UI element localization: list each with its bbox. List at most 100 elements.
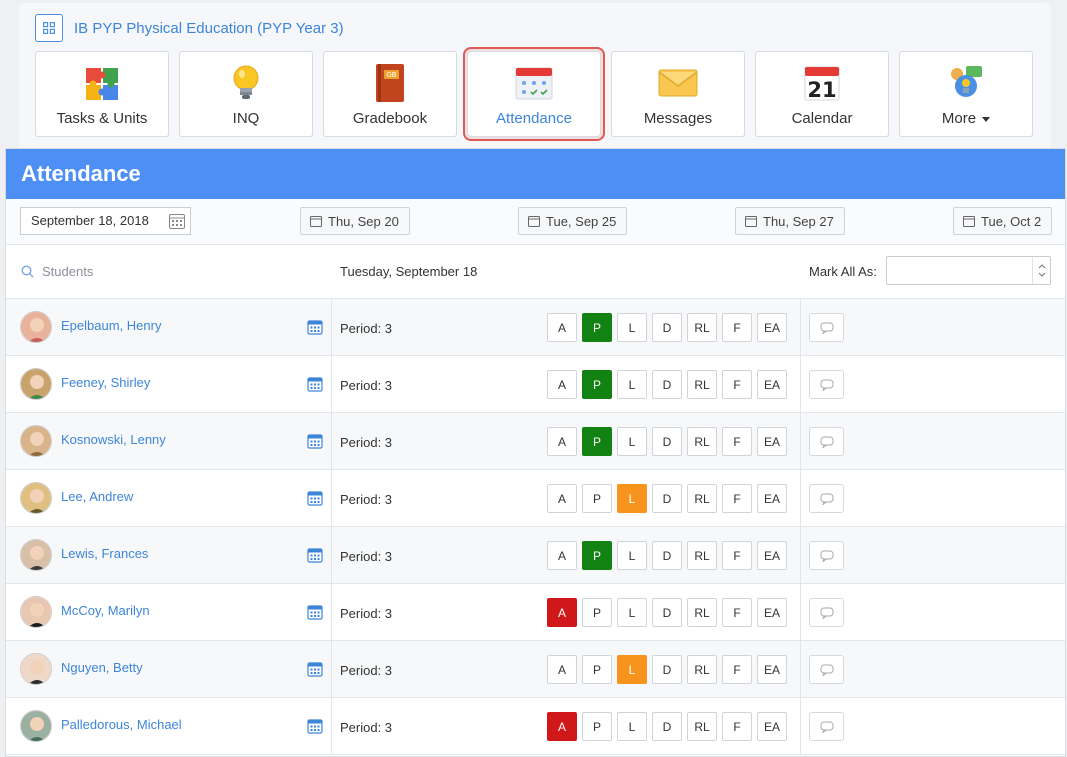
attendance-code-f-button[interactable]: F (722, 427, 752, 456)
attendance-code-a-button[interactable]: A (547, 598, 577, 627)
course-title-bar: IB PYP Physical Education (PYP Year 3) (35, 14, 344, 42)
attendance-code-rl-button[interactable]: RL (687, 655, 717, 684)
attendance-code-a-button[interactable]: A (547, 370, 577, 399)
attendance-code-p-button[interactable]: P (582, 313, 612, 342)
comment-button[interactable] (809, 313, 844, 342)
attendance-code-l-button[interactable]: L (617, 541, 647, 570)
student-name-link[interactable]: Epelbaum, Henry (61, 318, 161, 333)
attendance-code-ea-button[interactable]: EA (757, 541, 787, 570)
mark-all-select[interactable] (886, 256, 1051, 285)
attendance-code-l-button[interactable]: L (617, 655, 647, 684)
student-search[interactable]: Students (21, 264, 93, 279)
comment-button[interactable] (809, 541, 844, 570)
attendance-code-a-button[interactable]: A (547, 712, 577, 741)
apps-grid-icon[interactable] (35, 14, 63, 42)
student-name-link[interactable]: Lewis, Frances (61, 546, 148, 561)
attendance-code-l-button[interactable]: L (617, 370, 647, 399)
attendance-code-f-button[interactable]: F (722, 598, 752, 627)
attendance-code-f-button[interactable]: F (722, 655, 752, 684)
attendance-code-rl-button[interactable]: RL (687, 370, 717, 399)
attendance-code-a-button[interactable]: A (547, 427, 577, 456)
attendance-code-d-button[interactable]: D (652, 427, 682, 456)
calendar-icon[interactable] (307, 376, 323, 395)
nav-tile-gradebook[interactable]: GB Gradebook (323, 51, 457, 137)
attendance-code-ea-button[interactable]: EA (757, 370, 787, 399)
date-button-oct-2[interactable]: Tue, Oct 2 (953, 207, 1053, 235)
student-name-link[interactable]: Feeney, Shirley (61, 375, 150, 390)
attendance-code-d-button[interactable]: D (652, 313, 682, 342)
attendance-code-rl-button[interactable]: RL (687, 484, 717, 513)
attendance-code-d-button[interactable]: D (652, 598, 682, 627)
calendar-icon[interactable] (307, 319, 323, 338)
student-name-link[interactable]: Kosnowski, Lenny (61, 432, 166, 447)
attendance-code-d-button[interactable]: D (652, 712, 682, 741)
attendance-code-ea-button[interactable]: EA (757, 655, 787, 684)
attendance-code-l-button[interactable]: L (617, 427, 647, 456)
attendance-code-ea-button[interactable]: EA (757, 313, 787, 342)
attendance-code-ea-button[interactable]: EA (757, 427, 787, 456)
date-picker-input[interactable]: September 18, 2018 (20, 207, 191, 235)
attendance-code-p-button[interactable]: P (582, 484, 612, 513)
nav-tile-more[interactable]: More (899, 51, 1033, 137)
nav-tile-tasks-units[interactable]: Tasks & Units (35, 51, 169, 137)
attendance-code-ea-button[interactable]: EA (757, 598, 787, 627)
date-button-sep-20[interactable]: Thu, Sep 20 (300, 207, 410, 235)
nav-tile-messages[interactable]: Messages (611, 51, 745, 137)
avatar (20, 539, 52, 571)
student-name-link[interactable]: McCoy, Marilyn (61, 603, 150, 618)
calendar-icon[interactable] (168, 212, 186, 239)
student-name-link[interactable]: Nguyen, Betty (61, 660, 143, 675)
attendance-code-ea-button[interactable]: EA (757, 484, 787, 513)
attendance-code-f-button[interactable]: F (722, 370, 752, 399)
attendance-code-l-button[interactable]: L (617, 712, 647, 741)
calendar-icon[interactable] (307, 604, 323, 623)
date-button-sep-25[interactable]: Tue, Sep 25 (518, 207, 628, 235)
attendance-code-p-button[interactable]: P (582, 655, 612, 684)
comment-button[interactable] (809, 712, 844, 741)
attendance-code-f-button[interactable]: F (722, 313, 752, 342)
student-name-link[interactable]: Lee, Andrew (61, 489, 133, 504)
attendance-code-rl-button[interactable]: RL (687, 598, 717, 627)
attendance-code-a-button[interactable]: A (547, 313, 577, 342)
attendance-code-a-button[interactable]: A (547, 484, 577, 513)
calendar-icon[interactable] (307, 661, 323, 680)
comment-button[interactable] (809, 655, 844, 684)
attendance-code-f-button[interactable]: F (722, 541, 752, 570)
calendar-icon[interactable] (307, 433, 323, 452)
attendance-code-p-button[interactable]: P (582, 598, 612, 627)
attendance-code-rl-button[interactable]: RL (687, 541, 717, 570)
calendar-icon[interactable] (307, 490, 323, 509)
attendance-code-d-button[interactable]: D (652, 484, 682, 513)
spinner-arrows-icon[interactable] (1032, 257, 1050, 284)
attendance-code-l-button[interactable]: L (617, 598, 647, 627)
attendance-code-d-button[interactable]: D (652, 655, 682, 684)
comment-button[interactable] (809, 370, 844, 399)
comment-button[interactable] (809, 484, 844, 513)
attendance-code-a-button[interactable]: A (547, 655, 577, 684)
attendance-code-p-button[interactable]: P (582, 427, 612, 456)
attendance-code-d-button[interactable]: D (652, 370, 682, 399)
attendance-code-f-button[interactable]: F (722, 484, 752, 513)
attendance-code-d-button[interactable]: D (652, 541, 682, 570)
comment-button[interactable] (809, 427, 844, 456)
nav-tile-attendance[interactable]: Attendance (463, 47, 605, 141)
attendance-code-rl-button[interactable]: RL (687, 313, 717, 342)
course-title[interactable]: IB PYP Physical Education (PYP Year 3) (74, 20, 344, 37)
attendance-code-rl-button[interactable]: RL (687, 427, 717, 456)
attendance-code-l-button[interactable]: L (617, 313, 647, 342)
attendance-code-ea-button[interactable]: EA (757, 712, 787, 741)
attendance-code-l-button[interactable]: L (617, 484, 647, 513)
calendar-icon[interactable] (307, 718, 323, 737)
attendance-code-p-button[interactable]: P (582, 712, 612, 741)
attendance-code-a-button[interactable]: A (547, 541, 577, 570)
attendance-code-p-button[interactable]: P (582, 370, 612, 399)
comment-button[interactable] (809, 598, 844, 627)
date-button-sep-27[interactable]: Thu, Sep 27 (735, 207, 845, 235)
attendance-code-p-button[interactable]: P (582, 541, 612, 570)
nav-tile-inq[interactable]: INQ (179, 51, 313, 137)
attendance-code-f-button[interactable]: F (722, 712, 752, 741)
student-name-link[interactable]: Palledorous, Michael (61, 717, 182, 732)
nav-tile-calendar[interactable]: 21 Calendar (755, 51, 889, 137)
calendar-icon[interactable] (307, 547, 323, 566)
attendance-code-rl-button[interactable]: RL (687, 712, 717, 741)
